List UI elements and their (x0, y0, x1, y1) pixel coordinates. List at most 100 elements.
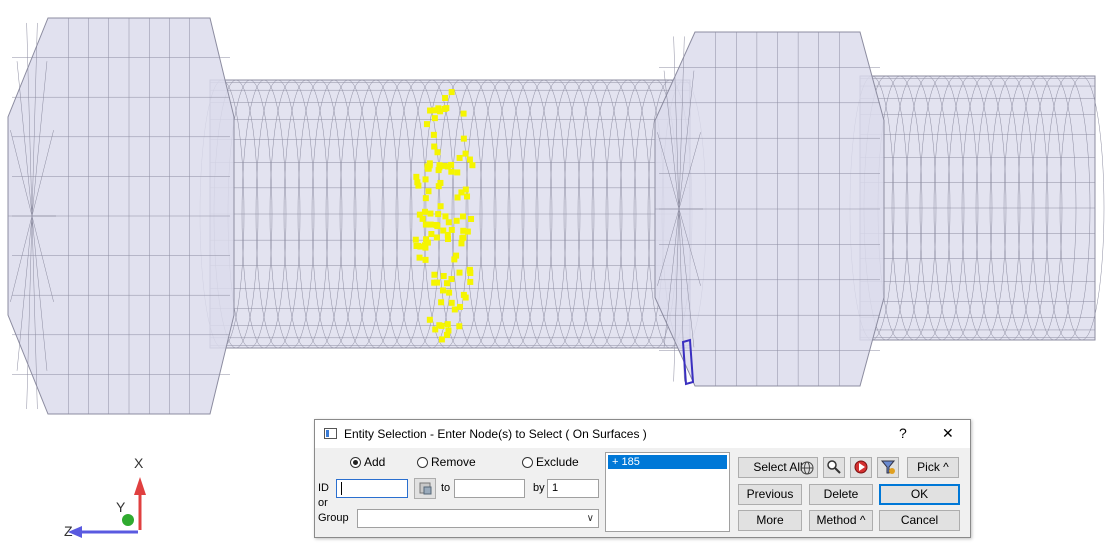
selected-node (438, 299, 445, 306)
selected-node (467, 278, 474, 285)
selected-node (462, 186, 469, 193)
selected-node (448, 226, 455, 233)
radio-add[interactable]: Add (350, 455, 385, 469)
selected-node (439, 287, 446, 294)
selected-node (456, 154, 463, 161)
radio-exclude[interactable]: Exclude (522, 455, 579, 469)
selected-node (444, 321, 451, 328)
selected-node (459, 235, 466, 242)
selected-node (442, 213, 449, 220)
selected-node (413, 173, 420, 180)
selected-node (448, 299, 455, 306)
to-label: to (441, 482, 451, 494)
selected-node (422, 176, 429, 183)
pick-button[interactable]: Pick ^ (907, 457, 959, 478)
selected-node (466, 266, 473, 273)
selected-node (448, 161, 455, 168)
selection-listbox[interactable]: + 185 (605, 452, 730, 532)
selected-node (427, 210, 434, 217)
help-button[interactable]: ? (899, 425, 907, 441)
selected-node (431, 271, 438, 278)
axis-z-label: Z (64, 523, 73, 539)
selected-node (436, 162, 443, 169)
list-item[interactable]: + 185 (608, 455, 727, 469)
radio-exclude-label: Exclude (536, 455, 579, 469)
selected-node (423, 121, 430, 128)
by-label: by (533, 482, 545, 494)
radio-remove-indicator[interactable] (417, 456, 428, 468)
selected-node (464, 193, 471, 200)
id-input[interactable] (336, 479, 408, 498)
selected-node (442, 95, 449, 102)
selected-node (435, 183, 442, 190)
entity-selection-dialog: Entity Selection - Enter Node(s) to Sele… (314, 419, 971, 538)
highlight-button[interactable] (850, 457, 872, 478)
selected-node (424, 239, 431, 246)
or-label: or (318, 497, 328, 509)
select-all-button[interactable]: Select All (738, 457, 818, 478)
by-input[interactable]: 1 (547, 479, 599, 498)
selected-node (456, 269, 463, 276)
radio-remove-label: Remove (431, 455, 476, 469)
selected-node (440, 273, 447, 280)
radio-add-indicator[interactable] (350, 456, 361, 468)
selected-node (451, 306, 458, 313)
list-picker-icon (419, 482, 432, 495)
selected-node (453, 217, 460, 224)
selected-node (416, 211, 423, 218)
close-icon[interactable]: ✕ (942, 425, 954, 441)
axis-triad: X Y Z (58, 455, 158, 545)
selected-node (416, 254, 423, 261)
finite-element-mesh (7, 17, 1105, 415)
id-list-button[interactable] (414, 478, 436, 499)
to-input[interactable] (454, 479, 525, 498)
radio-remove[interactable]: Remove (417, 455, 476, 469)
zoom-icon (827, 460, 841, 474)
selected-node (445, 219, 452, 226)
selected-node (432, 326, 439, 333)
selected-node (422, 195, 429, 202)
zoom-button[interactable] (823, 457, 845, 478)
selected-node (454, 169, 461, 176)
selected-node (460, 135, 467, 142)
radio-exclude-indicator[interactable] (522, 456, 533, 468)
selected-node (440, 227, 447, 234)
selected-node (437, 108, 444, 115)
selected-node (448, 89, 455, 96)
group-label: Group (318, 512, 349, 524)
selected-node (431, 143, 438, 150)
selected-node (445, 327, 452, 334)
selected-node (460, 110, 467, 117)
selected-node (412, 236, 419, 243)
filter-icon (880, 460, 896, 474)
selected-node (434, 149, 441, 156)
selected-node (448, 276, 455, 283)
dialog-title: Entity Selection - Enter Node(s) to Sele… (344, 427, 647, 441)
selected-node (422, 208, 429, 215)
cancel-button[interactable]: Cancel (879, 510, 960, 531)
selected-node (425, 188, 432, 195)
selected-node (413, 243, 420, 250)
highlight-icon (854, 460, 868, 474)
chevron-down-icon: ∨ (586, 513, 594, 524)
selected-node (469, 162, 476, 169)
selected-node (462, 294, 469, 301)
selected-node (414, 179, 421, 186)
group-select[interactable]: ∨ (357, 509, 599, 528)
selected-node (462, 150, 469, 157)
dialog-titlebar[interactable]: Entity Selection - Enter Node(s) to Sele… (315, 420, 970, 448)
selected-node (460, 227, 467, 234)
delete-button[interactable]: Delete (809, 484, 873, 505)
method-button[interactable]: Method ^ (809, 510, 873, 531)
nut (654, 31, 885, 387)
more-button[interactable]: More (738, 510, 802, 531)
ok-button[interactable]: OK (879, 484, 960, 505)
axis-y-label: Y (116, 499, 126, 515)
bolt-head (7, 17, 235, 415)
filter-button[interactable] (877, 457, 899, 478)
selected-node (426, 162, 433, 169)
select-all-label: Select All (753, 460, 803, 474)
previous-button[interactable]: Previous (738, 484, 802, 505)
window-icon (324, 428, 337, 439)
selected-node (430, 131, 437, 138)
